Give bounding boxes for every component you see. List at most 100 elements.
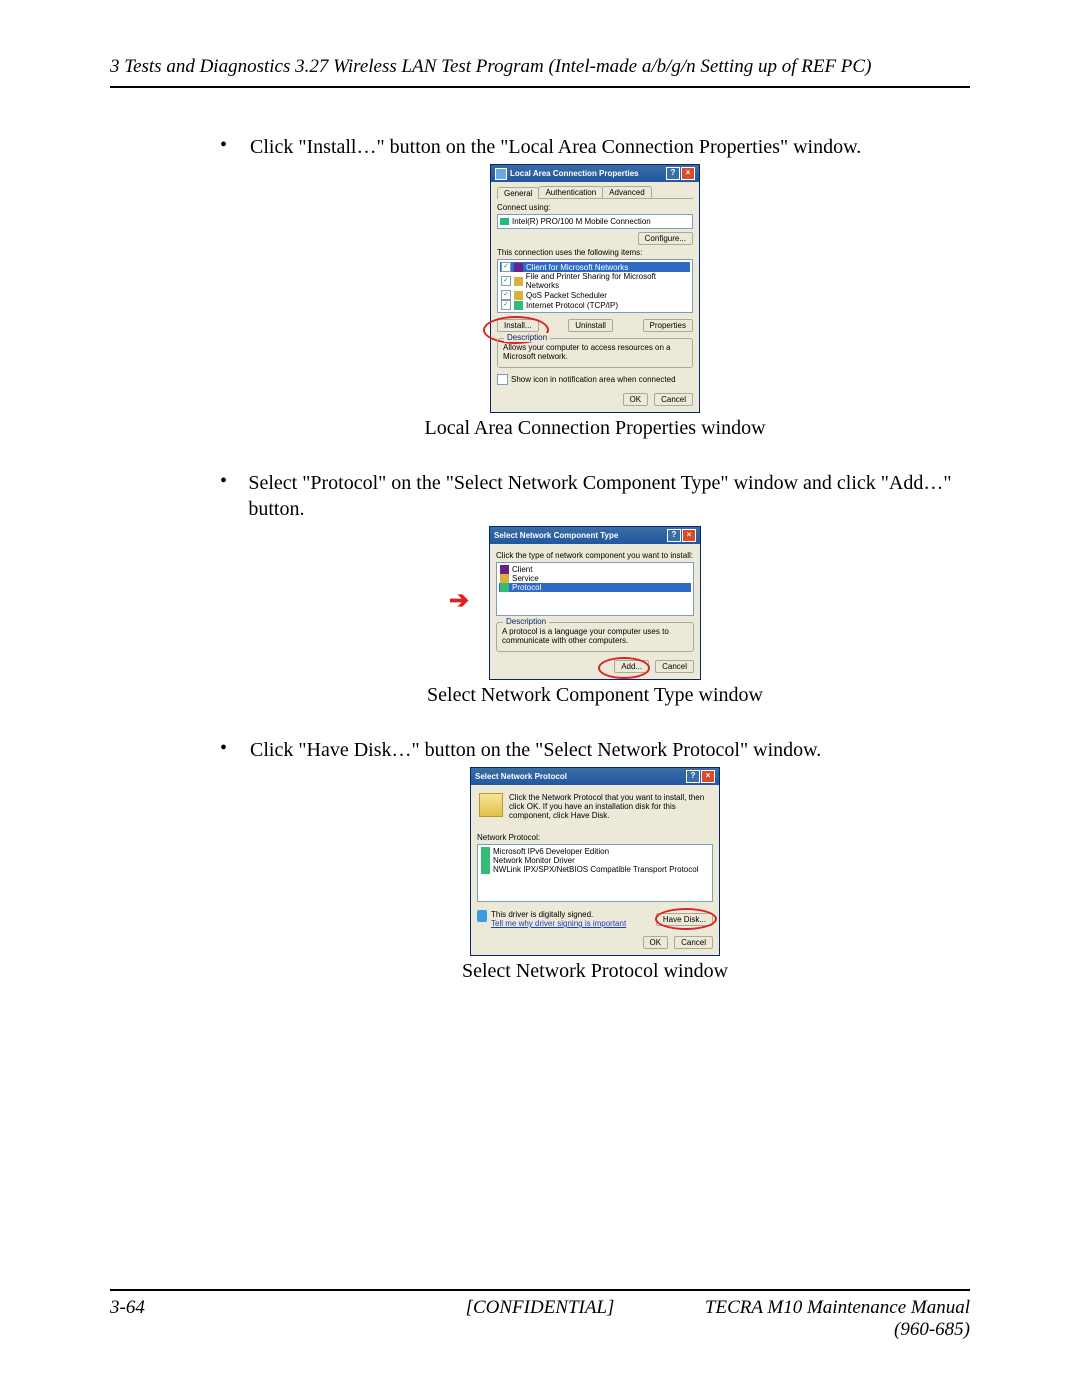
checkbox-icon[interactable]: ✓: [501, 290, 511, 300]
figure-2: ➔ Select Network Component Type ? × Clic…: [220, 526, 970, 707]
bullet-2: • Select "Protocol" on the "Select Netwo…: [220, 470, 970, 522]
bullet-3: • Click "Have Disk…" button on the "Sele…: [220, 737, 970, 763]
ok-button[interactable]: OK: [643, 936, 669, 949]
cancel-button[interactable]: Cancel: [655, 660, 694, 673]
checkbox-icon[interactable]: ✓: [501, 300, 511, 310]
list-item[interactable]: Microsoft IPv6 Developer Edition: [480, 847, 710, 856]
protocol-icon: [481, 865, 490, 874]
protocol-icon: [481, 856, 490, 865]
page-header: 3 Tests and Diagnostics 3.27 Wireless LA…: [110, 56, 970, 88]
signing-link[interactable]: Tell me why driver signing is important: [491, 919, 626, 928]
dialog-local-area-connection: Local Area Connection Properties ? × Gen…: [490, 164, 700, 413]
list-item-label: Internet Protocol (TCP/IP): [526, 301, 618, 310]
figure-2-caption: Select Network Component Type window: [427, 684, 763, 707]
service-icon: [514, 277, 523, 286]
ok-button[interactable]: OK: [623, 393, 649, 406]
nic-name: Intel(R) PRO/100 M Mobile Connection: [512, 217, 651, 226]
list-item[interactable]: Service: [499, 574, 691, 583]
signed-text: This driver is digitally signed.: [491, 910, 626, 919]
configure-button[interactable]: Configure...: [638, 232, 693, 245]
list-label: Network Protocol:: [477, 833, 713, 842]
show-icon-label: Show icon in notification area when conn…: [511, 375, 676, 384]
checkbox-icon[interactable]: ✓: [501, 276, 511, 286]
list-item[interactable]: Client: [499, 565, 691, 574]
install-button[interactable]: Install...: [497, 319, 539, 332]
list-item-label: NWLink IPX/SPX/NetBIOS Compatible Transp…: [493, 865, 698, 874]
list-item[interactable]: NWLink IPX/SPX/NetBIOS Compatible Transp…: [480, 865, 710, 874]
shield-icon: [477, 910, 487, 922]
tabs: General Authentication Advanced: [497, 186, 693, 199]
annotation-arrow-icon: ➔: [449, 586, 469, 615]
bullet-1: • Click "Install…" button on the "Local …: [220, 134, 970, 160]
description-group: Description Allows your computer to acce…: [497, 338, 693, 368]
bullet-icon: •: [220, 470, 248, 522]
tab-authentication[interactable]: Authentication: [538, 186, 603, 198]
list-item[interactable]: Protocol: [499, 583, 691, 592]
cancel-button[interactable]: Cancel: [674, 936, 713, 949]
checkbox-icon[interactable]: ✓: [501, 262, 511, 272]
figure-1-caption: Local Area Connection Properties window: [424, 417, 765, 440]
properties-button[interactable]: Properties: [643, 319, 693, 332]
protocol-large-icon: [479, 793, 503, 817]
protocol-icon: [500, 583, 509, 592]
page-number: 3-64: [110, 1297, 397, 1341]
window-title: Select Network Component Type: [494, 531, 618, 540]
instruction-text: Click the type of network component you …: [496, 551, 694, 560]
list-item[interactable]: ✓ QoS Packet Scheduler: [500, 290, 690, 300]
client-icon: [514, 263, 523, 272]
list-item-label: File and Printer Sharing for Microsoft N…: [526, 272, 689, 290]
window-icon: [495, 168, 507, 180]
have-disk-button[interactable]: Have Disk...: [656, 913, 713, 926]
cancel-button[interactable]: Cancel: [654, 393, 693, 406]
list-item-label: Microsoft IPv6 Developer Edition: [493, 847, 609, 856]
nic-icon: [500, 218, 509, 225]
list-item-label: Protocol: [512, 583, 541, 592]
tab-advanced[interactable]: Advanced: [602, 186, 652, 198]
list-item[interactable]: ✓ Client for Microsoft Networks: [500, 262, 690, 272]
bullet-1-text: Click "Install…" button on the "Local Ar…: [250, 134, 861, 160]
items-label: This connection uses the following items…: [497, 248, 693, 257]
protocol-icon: [481, 847, 490, 856]
protocol-list[interactable]: Microsoft IPv6 Developer Edition Network…: [477, 844, 713, 902]
service-icon: [514, 291, 523, 300]
help-icon[interactable]: ?: [686, 770, 700, 783]
description-group: Description A protocol is a language you…: [496, 622, 694, 652]
page: 3 Tests and Diagnostics 3.27 Wireless LA…: [0, 0, 1080, 1397]
close-icon[interactable]: ×: [681, 167, 695, 180]
bullet-icon: •: [220, 737, 250, 763]
service-icon: [500, 574, 509, 583]
dialog-select-component-type: Select Network Component Type ? × Click …: [489, 526, 701, 680]
help-icon[interactable]: ?: [666, 167, 680, 180]
figure-3-caption: Select Network Protocol window: [462, 960, 728, 983]
items-list[interactable]: ✓ Client for Microsoft Networks ✓ File a…: [497, 259, 693, 313]
instruction-text: Click the Network Protocol that you want…: [509, 793, 711, 820]
list-item[interactable]: Network Monitor Driver: [480, 856, 710, 865]
manual-title: TECRA M10 Maintenance Manual (960-685): [683, 1297, 970, 1341]
close-icon[interactable]: ×: [701, 770, 715, 783]
description-title: Description: [504, 333, 550, 342]
help-icon[interactable]: ?: [667, 529, 681, 542]
list-item[interactable]: ✓ File and Printer Sharing for Microsoft…: [500, 272, 690, 290]
add-button[interactable]: Add...: [614, 660, 649, 673]
figure-3: Select Network Protocol ? × Click the Ne…: [220, 767, 970, 983]
bullet-icon: •: [220, 134, 250, 160]
window-title: Select Network Protocol: [475, 772, 567, 781]
list-item-label: Client for Microsoft Networks: [526, 263, 628, 272]
description-text: Allows your computer to access resources…: [503, 343, 687, 361]
description-title: Description: [503, 617, 549, 626]
close-icon[interactable]: ×: [682, 529, 696, 542]
component-list[interactable]: Client Service Protocol: [496, 562, 694, 616]
protocol-icon: [514, 301, 523, 310]
page-footer: 3-64 [CONFIDENTIAL] TECRA M10 Maintenanc…: [110, 1289, 970, 1341]
uninstall-button[interactable]: Uninstall: [568, 319, 613, 332]
bullet-2-text: Select "Protocol" on the "Select Network…: [248, 470, 970, 522]
list-item[interactable]: ✓ Internet Protocol (TCP/IP): [500, 300, 690, 310]
client-icon: [500, 565, 509, 574]
dialog-select-network-protocol: Select Network Protocol ? × Click the Ne…: [470, 767, 720, 956]
checkbox-show-icon[interactable]: [497, 374, 508, 385]
content: • Click "Install…" button on the "Local …: [110, 134, 970, 983]
titlebar: Local Area Connection Properties ? ×: [491, 165, 699, 182]
titlebar: Select Network Protocol ? ×: [471, 768, 719, 785]
list-item-label: Client: [512, 565, 532, 574]
tab-general[interactable]: General: [497, 187, 539, 199]
